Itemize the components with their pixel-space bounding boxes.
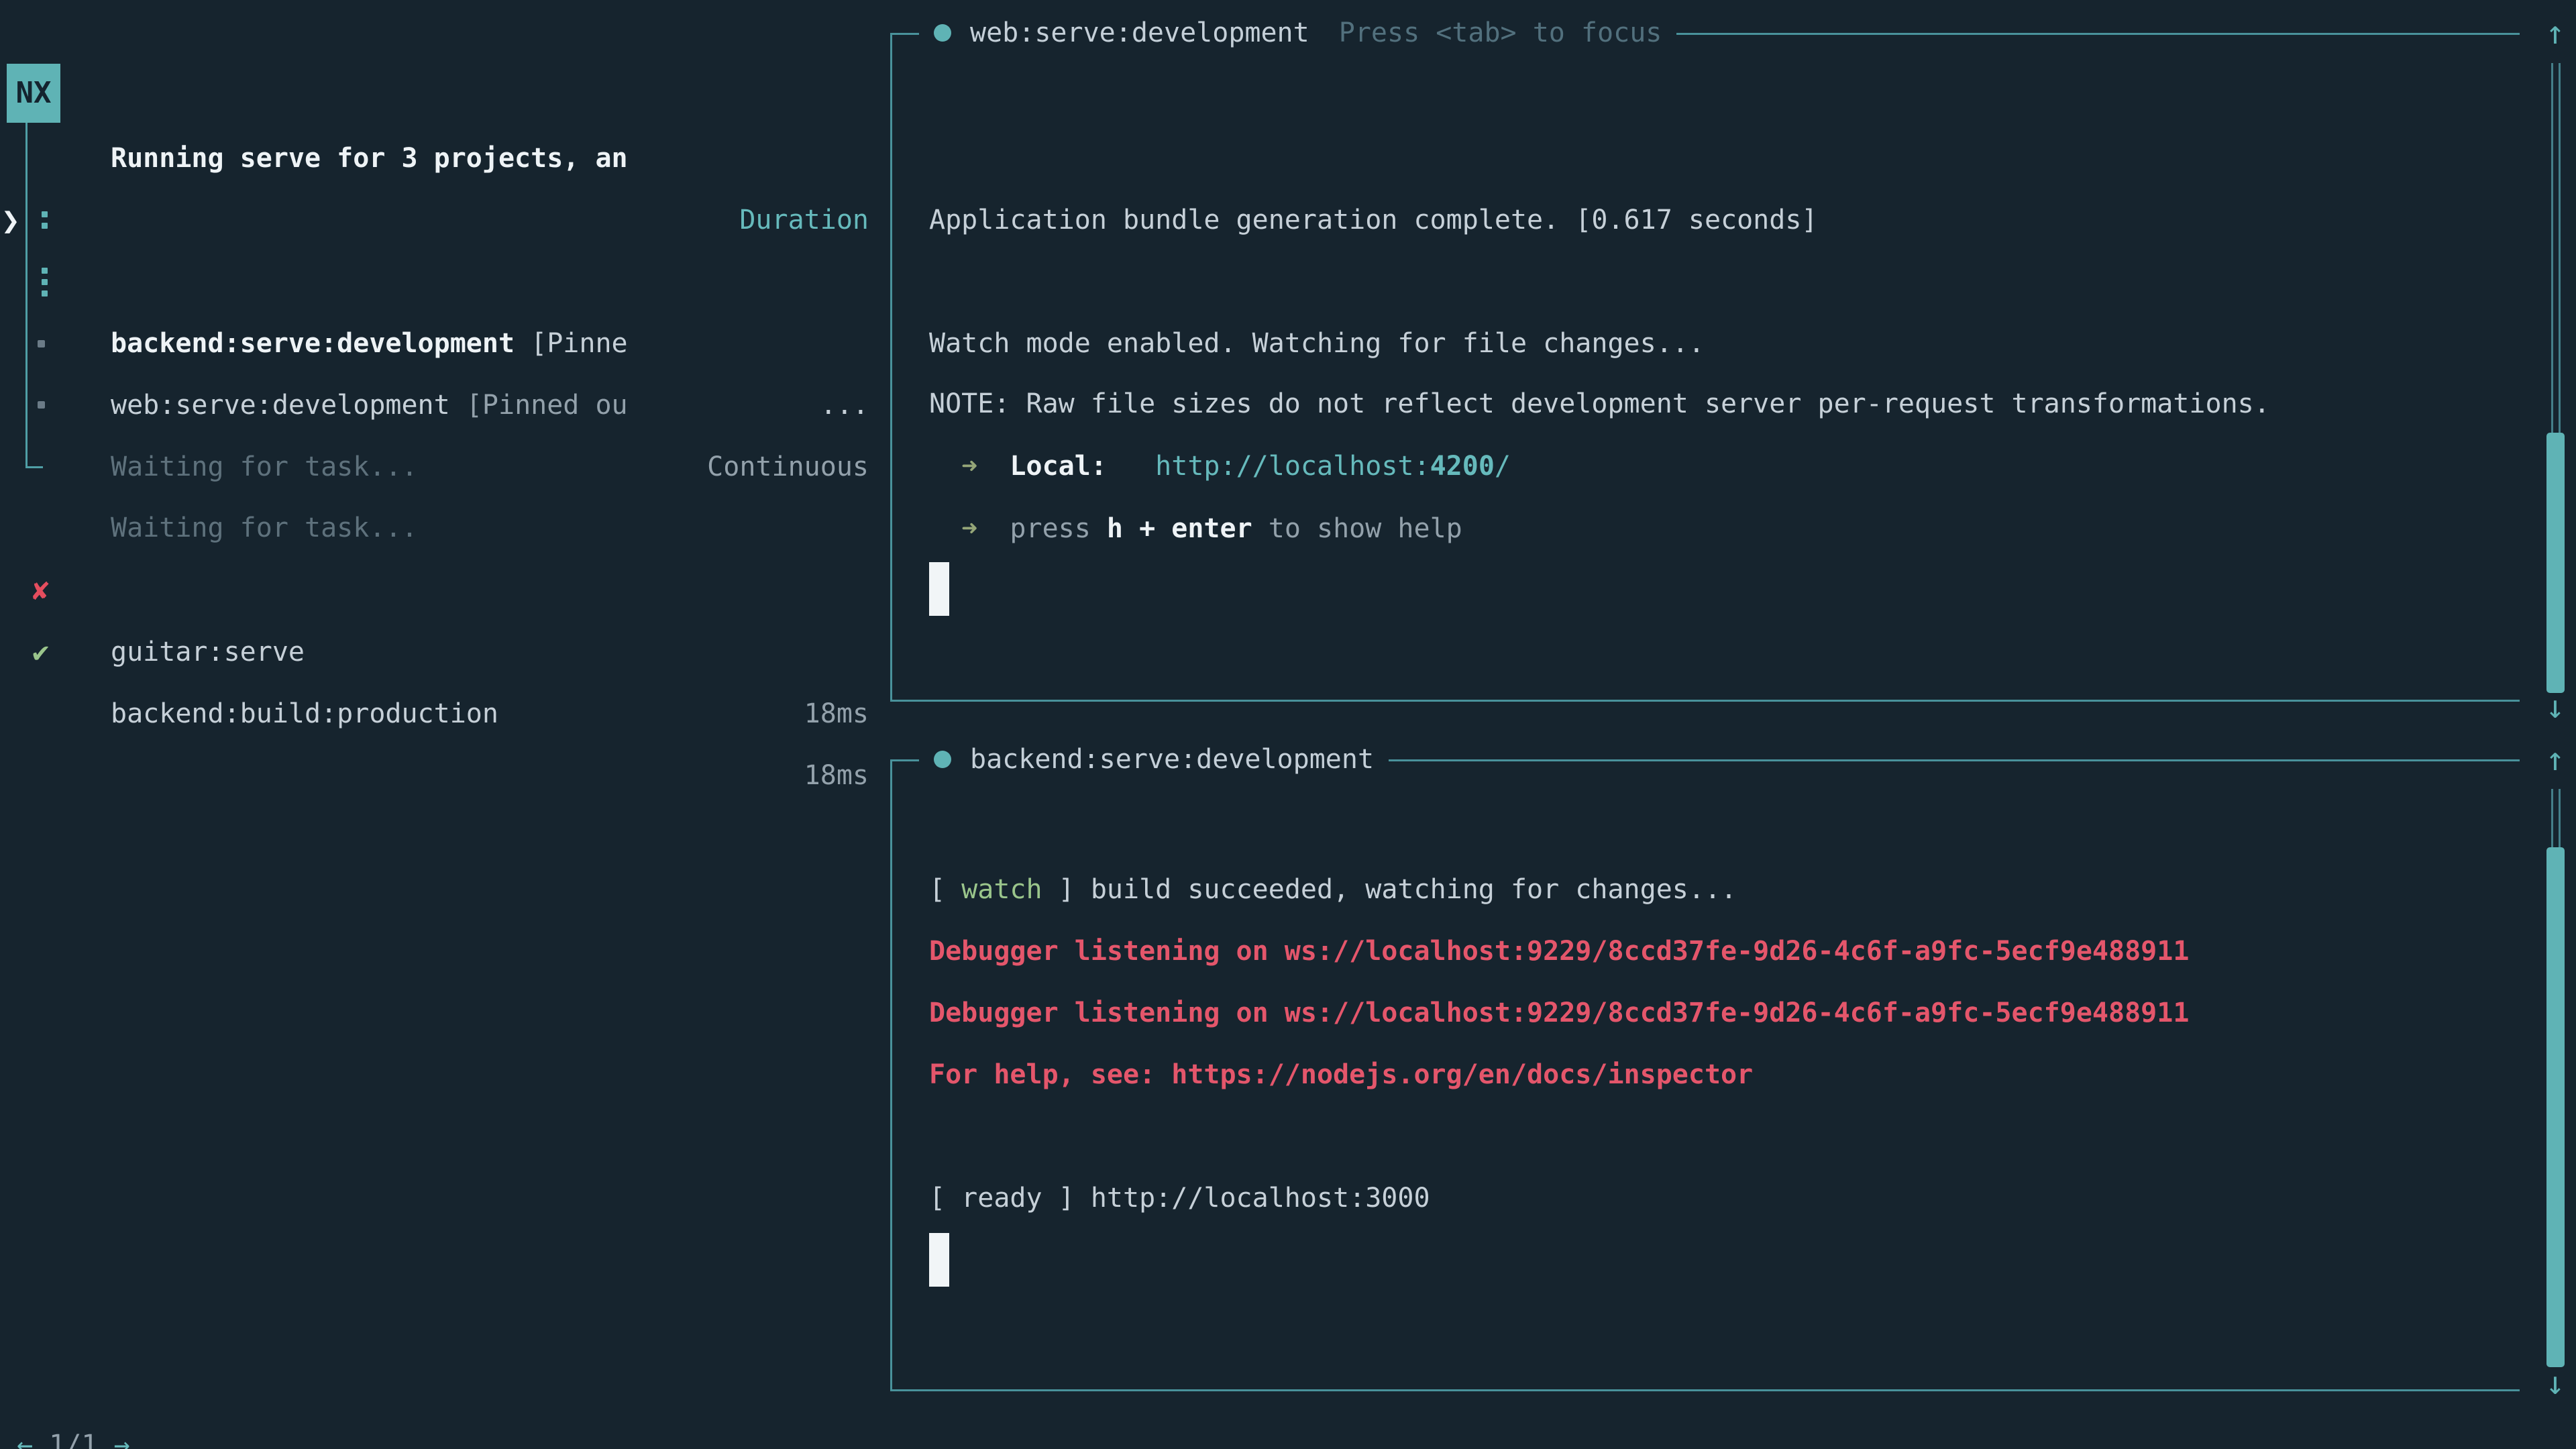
sidebar-footer: ← 1/1 → quit: q help: ?: [0, 1352, 869, 1414]
scroll-up-icon[interactable]: ↑: [2534, 2, 2576, 64]
scroll-down-icon[interactable]: ↓: [2534, 1352, 2576, 1414]
pending-dot-icon: [38, 340, 45, 347]
output-pane-backend-serve[interactable]: backend:serve:development [ watch ] buil…: [890, 759, 2520, 1391]
ready-url-line: [ ready ] http://localhost:3000: [929, 1167, 1430, 1229]
task-name: guitar:serve: [111, 621, 305, 683]
task-duration: 18ms: [804, 745, 869, 806]
pane-task-name: backend:serve:development: [970, 744, 1374, 775]
pending-dot-icon: [38, 401, 45, 409]
task-status: Continuous: [707, 436, 869, 498]
sidebar-header: Running serve for 3 projects, an Duratio…: [0, 66, 869, 127]
pager[interactable]: ← 1/1 →: [17, 1414, 130, 1449]
task-row-guitar-serve[interactable]: ✘ guitar:serve 18ms: [0, 498, 869, 559]
scrollbar-track[interactable]: [2551, 63, 2561, 433]
terminal-cursor: [929, 1233, 949, 1287]
pane-title: web:serve:development Press <tab> to foc…: [919, 9, 1676, 56]
nx-tui-screen: NX Running serve for 3 projects, an Dura…: [0, 0, 2576, 1449]
inspector-help-line: For help, see: https://nodejs.org/en/doc…: [929, 1044, 1753, 1106]
task-row-waiting-1[interactable]: Waiting for task...: [0, 313, 869, 374]
local-url-line[interactable]: ➜ Local: http://localhost:4200/: [929, 435, 1511, 497]
output-pane-web-serve[interactable]: web:serve:development Press <tab> to foc…: [890, 33, 2520, 702]
pane-title: backend:serve:development: [919, 736, 1389, 783]
task-row-waiting-2[interactable]: Waiting for task...: [0, 374, 869, 435]
terminal-line: Watch mode enabled. Watching for file ch…: [929, 313, 1705, 374]
spinner-icon: [41, 189, 48, 251]
debugger-line: Debugger listening on ws://localhost:922…: [929, 982, 2189, 1044]
pane-focus-hint: Press <tab> to focus: [1339, 17, 1662, 48]
task-name: Waiting for task...: [111, 436, 418, 498]
terminal-line: NOTE: Raw file sizes do not reflect deve…: [929, 373, 2270, 435]
scrollbar-track[interactable]: [2551, 789, 2561, 847]
page-title: Running serve for 3 projects, an: [111, 127, 628, 189]
sidebar: NX Running serve for 3 projects, an Dura…: [0, 0, 890, 1449]
debugger-line: Debugger listening on ws://localhost:922…: [929, 920, 2189, 982]
task-success-icon: ✔: [32, 621, 70, 683]
task-row-web-serve[interactable]: web:serve:development [Pinned ou Continu…: [0, 251, 869, 313]
terminal-cursor: [929, 562, 949, 616]
task-row-backend-serve[interactable]: backend:serve:development [Pinne ...: [0, 189, 869, 251]
terminal-line: Application bundle generation complete. …: [929, 189, 1818, 251]
pane-task-name: web:serve:development: [970, 17, 1309, 48]
task-row-backend-build[interactable]: ✔ backend:build:production 18ms: [0, 559, 869, 621]
spinner-icon: [41, 251, 48, 313]
task-name: backend:build:production: [111, 683, 498, 745]
terminal-line: [ watch ] build succeeded, watching for …: [929, 859, 1737, 920]
task-running-dot-icon: [934, 24, 951, 42]
task-running-dot-icon: [934, 751, 951, 768]
help-hint-line: ➜ press h + enter to show help: [929, 498, 1462, 559]
scroll-up-icon[interactable]: ↑: [2534, 729, 2576, 790]
task-duration: 18ms: [804, 683, 869, 745]
scrollbar-thumb[interactable]: [2546, 847, 2565, 1367]
scrollbar-thumb[interactable]: [2546, 433, 2565, 693]
